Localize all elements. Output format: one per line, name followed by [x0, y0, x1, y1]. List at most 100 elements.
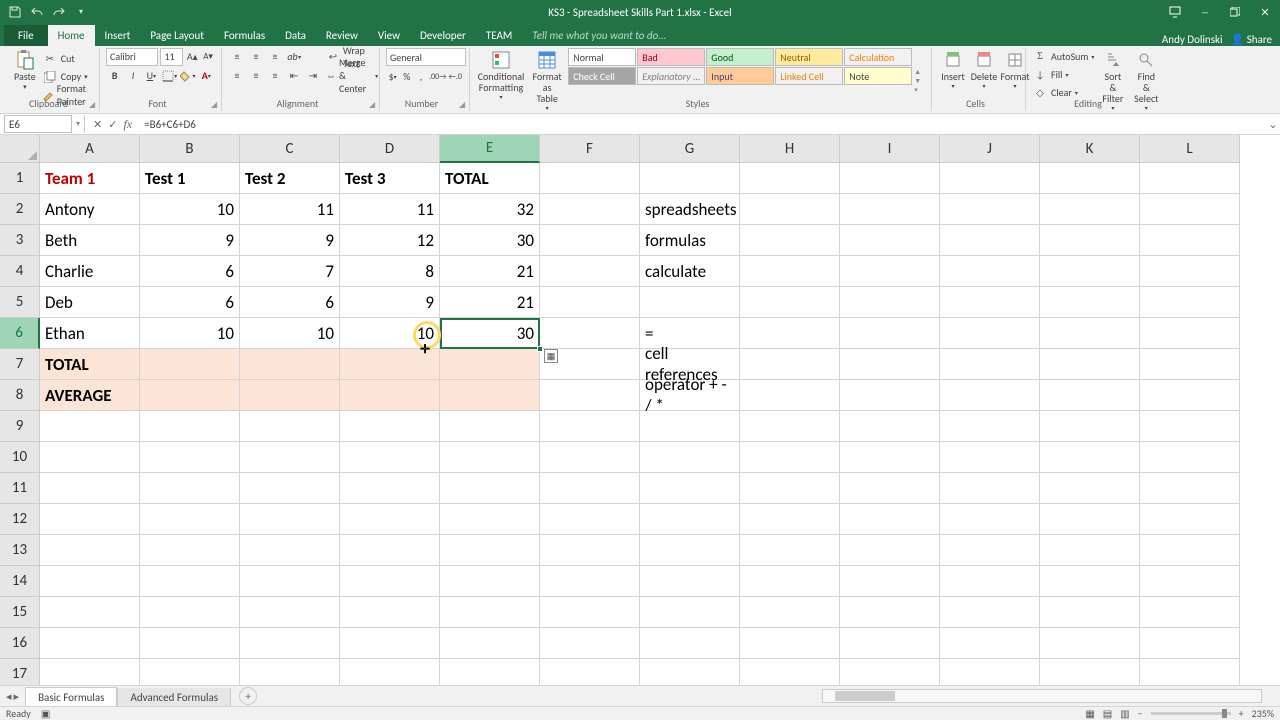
cell-A4[interactable]: Charlie [40, 256, 140, 287]
style-normal[interactable]: Normal [568, 48, 636, 66]
tab-insert[interactable]: Insert [95, 25, 141, 46]
cell-A2[interactable]: Antony [40, 194, 140, 225]
cell-F2[interactable] [540, 194, 640, 225]
cell-A9[interactable] [40, 411, 140, 442]
zoom-level[interactable]: 235% [1252, 707, 1274, 720]
cell-B7[interactable] [140, 349, 240, 380]
align-left-icon[interactable]: ≡ [228, 67, 246, 84]
cell-B10[interactable] [140, 442, 240, 473]
col-header-K[interactable]: K [1040, 135, 1140, 163]
cell-D3[interactable]: 12 [340, 225, 440, 256]
cell-C7[interactable] [240, 349, 340, 380]
cell-K15[interactable] [1040, 597, 1140, 628]
row-header-4[interactable]: 4 [0, 256, 40, 287]
cell-L13[interactable] [1140, 535, 1240, 566]
select-all-button[interactable] [0, 135, 40, 163]
cell-E10[interactable] [440, 442, 540, 473]
cell-C13[interactable] [240, 535, 340, 566]
cell-B12[interactable] [140, 504, 240, 535]
cancel-formula-icon[interactable]: ✕ [93, 118, 102, 131]
font-color-button[interactable]: A▾ [198, 67, 215, 84]
cut-button[interactable]: ✂Cut [42, 50, 93, 67]
font-name-combo[interactable]: Calibri [106, 48, 158, 66]
row-header-7[interactable]: 7 [0, 349, 40, 380]
cell-H4[interactable] [740, 256, 840, 287]
col-header-I[interactable]: I [840, 135, 940, 163]
cell-B6[interactable]: 10 [140, 318, 240, 349]
cell-I15[interactable] [840, 597, 940, 628]
cell-J6[interactable] [940, 318, 1040, 349]
share-button[interactable]: 👤 Share [1231, 33, 1272, 46]
cell-F11[interactable] [540, 473, 640, 504]
cell-G14[interactable] [640, 566, 740, 597]
cell-J15[interactable] [940, 597, 1040, 628]
cell-A7[interactable]: TOTAL [40, 349, 140, 380]
cell-B13[interactable] [140, 535, 240, 566]
cell-A13[interactable] [40, 535, 140, 566]
row-header-10[interactable]: 10 [0, 442, 40, 473]
cell-G15[interactable] [640, 597, 740, 628]
cell-J5[interactable] [940, 287, 1040, 318]
font-launch-icon[interactable]: ◢ [211, 100, 221, 110]
cell-H6[interactable] [740, 318, 840, 349]
style-explanatory[interactable]: Explanatory ... [637, 67, 705, 85]
save-icon[interactable] [8, 5, 22, 19]
cell-C14[interactable] [240, 566, 340, 597]
row-header-2[interactable]: 2 [0, 194, 40, 225]
cell-L16[interactable] [1140, 628, 1240, 659]
row-header-5[interactable]: 5 [0, 287, 40, 318]
underline-button[interactable]: U▾ [143, 67, 160, 84]
font-size-combo[interactable]: 11 [160, 48, 183, 66]
cell-D1[interactable]: Test 3 [340, 163, 440, 194]
style-bad[interactable]: Bad [637, 48, 705, 66]
cell-E13[interactable] [440, 535, 540, 566]
decrease-font-icon[interactable]: A▾ [201, 48, 215, 65]
cell-H10[interactable] [740, 442, 840, 473]
restore-icon[interactable] [1220, 0, 1250, 24]
add-sheet-button[interactable]: + [239, 687, 257, 705]
cell-D2[interactable]: 11 [340, 194, 440, 225]
cell-K13[interactable] [1040, 535, 1140, 566]
cell-I14[interactable] [840, 566, 940, 597]
cell-K1[interactable] [1040, 163, 1140, 194]
cell-J12[interactable] [940, 504, 1040, 535]
cell-C16[interactable] [240, 628, 340, 659]
cell-J11[interactable] [940, 473, 1040, 504]
cell-K14[interactable] [1040, 566, 1140, 597]
row-header-14[interactable]: 14 [0, 566, 40, 597]
cell-L12[interactable] [1140, 504, 1240, 535]
cell-B2[interactable]: 10 [140, 194, 240, 225]
cell-G3[interactable]: formulas [640, 225, 740, 256]
horizontal-scrollbar[interactable] [822, 689, 1262, 703]
cell-G9[interactable] [640, 411, 740, 442]
cell-H1[interactable] [740, 163, 840, 194]
cell-K11[interactable] [1040, 473, 1140, 504]
view-page-break-icon[interactable]: ▥ [1120, 707, 1129, 720]
cell-K10[interactable] [1040, 442, 1140, 473]
row-header-16[interactable]: 16 [0, 628, 40, 659]
cell-K7[interactable] [1040, 349, 1140, 380]
cell-I6[interactable] [840, 318, 940, 349]
col-header-E[interactable]: E [440, 135, 540, 163]
cell-F4[interactable] [540, 256, 640, 287]
cell-E8[interactable] [440, 380, 540, 411]
cell-D8[interactable] [340, 380, 440, 411]
cell-I13[interactable] [840, 535, 940, 566]
cell-E1[interactable]: TOTAL [440, 163, 540, 194]
number-launch-icon[interactable]: ◢ [459, 100, 469, 110]
tab-team[interactable]: TEAM [476, 25, 522, 46]
cell-K9[interactable] [1040, 411, 1140, 442]
cell-B14[interactable] [140, 566, 240, 597]
formula-bar-expand-icon[interactable]: ⌄ [1266, 118, 1280, 131]
align-bottom-icon[interactable]: ≡ [266, 48, 284, 65]
redo-icon[interactable] [52, 5, 66, 19]
cell-H7[interactable] [740, 349, 840, 380]
cell-I4[interactable] [840, 256, 940, 287]
cell-B5[interactable]: 6 [140, 287, 240, 318]
align-center-icon[interactable]: ≡ [247, 67, 265, 84]
comma-icon[interactable]: , [414, 68, 427, 85]
autofill-options-icon[interactable]: ▦ [544, 349, 558, 363]
cell-E16[interactable] [440, 628, 540, 659]
row-header-8[interactable]: 8 [0, 380, 40, 411]
cell-E11[interactable] [440, 473, 540, 504]
